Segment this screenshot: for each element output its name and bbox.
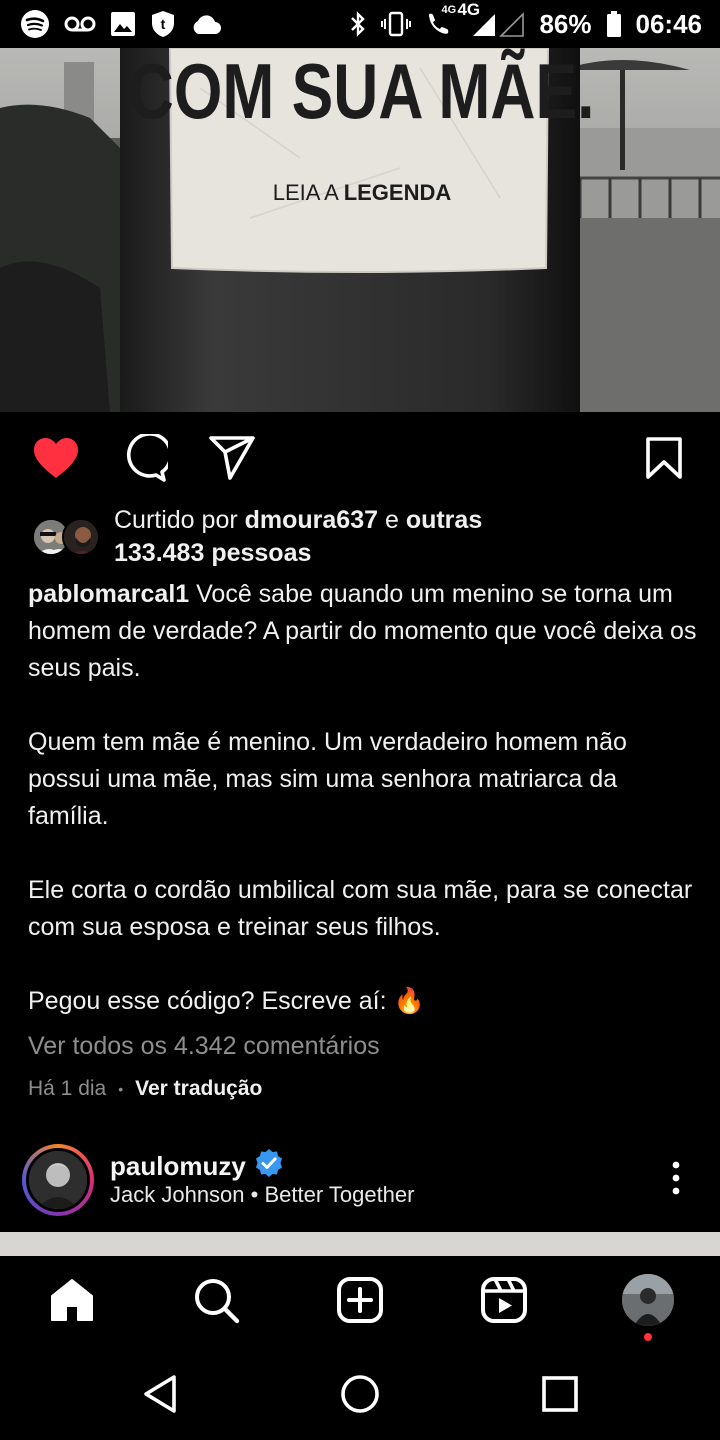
more-options-button[interactable] <box>660 1156 692 1200</box>
network-type-label: 4G <box>457 0 481 19</box>
comment-button[interactable] <box>116 430 172 486</box>
post-photo: COM SUA MÃE. LEIA A LEGENDA <box>0 48 720 412</box>
reels-icon <box>481 1277 527 1323</box>
volte-label: 4G <box>441 4 457 16</box>
more-vertical-icon <box>672 1161 680 1195</box>
nav-create[interactable] <box>332 1272 388 1328</box>
nav-reels[interactable] <box>476 1272 532 1328</box>
system-navigation-bar <box>0 1344 720 1440</box>
likes-conjunction: e <box>378 506 406 534</box>
system-back-button[interactable] <box>136 1370 184 1418</box>
search-icon <box>195 1279 240 1324</box>
translate-link[interactable]: Ver tradução <box>135 1074 262 1104</box>
caption-username[interactable]: pablomarcal1 <box>28 580 189 608</box>
recents-square-icon <box>542 1376 578 1412</box>
next-post-header: paulomuzy Jack Johnson • Better Together <box>0 1140 720 1232</box>
share-button[interactable] <box>204 430 260 486</box>
avatar <box>26 1148 90 1212</box>
next-post-username[interactable]: paulomuzy <box>110 1151 246 1182</box>
next-post-user[interactable]: paulomuzy <box>110 1148 284 1185</box>
cloud-icon <box>190 13 222 35</box>
likes-summary[interactable]: Curtido por dmoura637 e outras 133.483 p… <box>32 504 692 578</box>
post-caption: pablomarcal1 Você sabe quando um menino … <box>28 576 698 1020</box>
battery-icon <box>606 10 622 38</box>
home-circle-icon <box>341 1375 379 1413</box>
poster-subline: LEIA A LEGENDA <box>273 180 452 205</box>
send-icon <box>209 436 255 480</box>
likes-prefix: Curtido por <box>114 506 245 534</box>
image-icon <box>110 11 136 37</box>
spotify-icon <box>20 9 50 39</box>
view-comments-link[interactable]: Ver todos os 4.342 comentários <box>28 1028 380 1065</box>
poster-headline: COM SUA MÃE. <box>129 48 595 135</box>
liker-avatar <box>62 518 100 556</box>
voicemail-icon <box>64 14 96 34</box>
bluetooth-icon <box>349 10 367 38</box>
verified-badge-icon <box>254 1148 284 1185</box>
post-image[interactable]: COM SUA MÃE. LEIA A LEGENDA <box>0 48 720 412</box>
create-icon <box>337 1277 383 1323</box>
status-bar: t 4G 4G 86% 06:46 <box>0 0 720 48</box>
back-triangle-icon <box>144 1375 176 1413</box>
nav-home[interactable] <box>44 1272 100 1328</box>
nav-search[interactable] <box>188 1272 244 1328</box>
caption-paragraph-3: Ele corta o cordão umbilical com sua mãe… <box>28 876 693 941</box>
svg-text:t: t <box>161 16 166 32</box>
post-meta: Há 1 dia • Ver tradução <box>28 1074 262 1104</box>
like-button[interactable] <box>28 430 84 486</box>
signal-icon: 4G <box>457 0 525 38</box>
system-recents-button[interactable] <box>536 1370 584 1418</box>
post-actions <box>0 412 720 504</box>
shield-icon: t <box>150 10 176 38</box>
volte-call-icon: 4G <box>425 4 456 38</box>
meta-separator: • <box>118 1081 124 1097</box>
bottom-nav <box>0 1256 720 1344</box>
audio-attribution[interactable]: Jack Johnson • Better Together <box>110 1182 414 1208</box>
comment-icon <box>126 434 168 482</box>
liker-username[interactable]: dmoura637 <box>245 506 378 534</box>
liker-avatars <box>32 516 102 558</box>
profile-notification-dot <box>644 1333 652 1341</box>
post-time: Há 1 dia <box>28 1077 107 1100</box>
clock: 06:46 <box>635 8 703 39</box>
status-right: 4G 4G 86% 06:46 <box>349 0 703 40</box>
likes-count[interactable]: 133.483 pessoas <box>114 539 311 567</box>
likes-text: Curtido por dmoura637 e outras 133.483 p… <box>114 504 674 570</box>
status-left: t <box>20 9 222 39</box>
profile-avatar <box>622 1274 674 1326</box>
home-icon <box>51 1279 93 1321</box>
nav-profile[interactable] <box>620 1272 676 1328</box>
caption-paragraph-4: Pegou esse código? Escreve aí: 🔥 <box>28 987 425 1015</box>
vibrate-icon <box>381 10 412 38</box>
battery-percent: 86% <box>539 8 592 39</box>
caption-paragraph-2: Quem tem mãe é menino. Um verdadeiro hom… <box>28 728 627 830</box>
save-button[interactable] <box>636 430 692 486</box>
bookmark-icon <box>646 437 682 479</box>
likes-others[interactable]: outras <box>406 506 482 534</box>
story-ring-avatar[interactable] <box>22 1144 94 1216</box>
heart-filled-icon <box>34 438 78 478</box>
next-post-image-peek[interactable] <box>0 1232 720 1256</box>
system-home-button[interactable] <box>336 1370 384 1418</box>
